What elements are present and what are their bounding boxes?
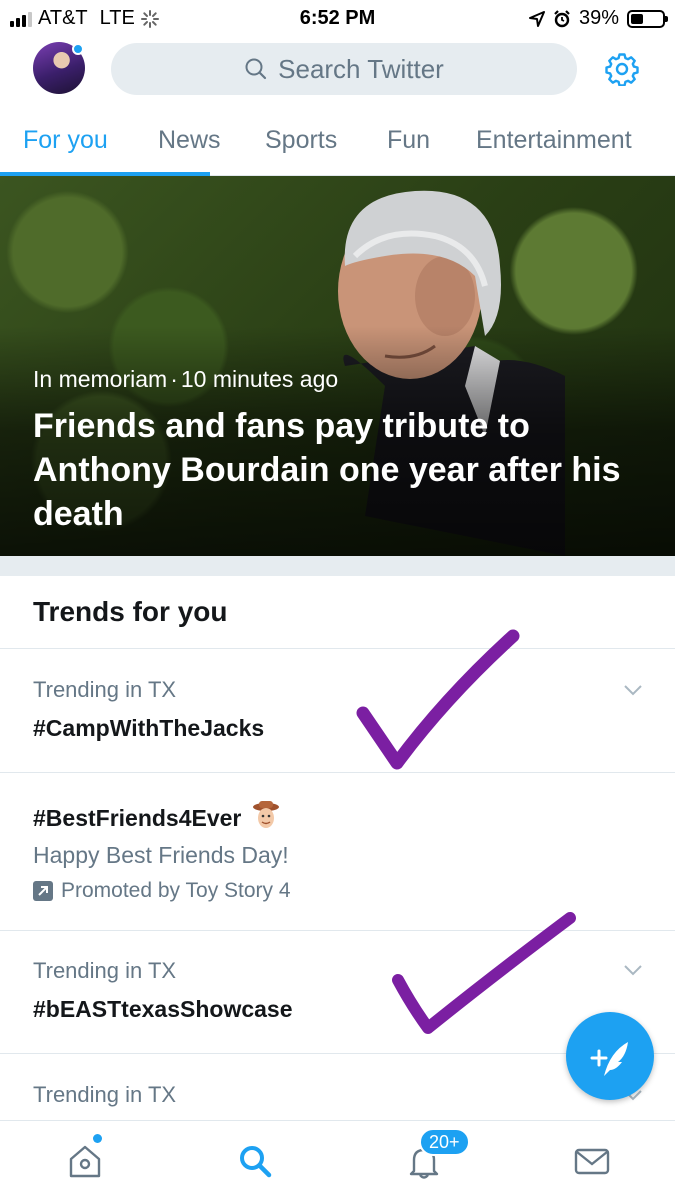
hero-time: 10 minutes ago [180,366,339,392]
trend-name: #CampWithTheJacks [33,715,265,741]
battery-percent: 39% [578,7,619,29]
notifications-badge: 20+ [419,1128,470,1156]
hero-category: In memoriam [33,366,168,392]
chevron-down-icon[interactable] [623,683,643,697]
trend-name-row: #BestFriends4Ever [33,800,291,832]
home-notification-dot [93,1134,102,1143]
compose-feather-icon [590,1042,628,1076]
hero-meta: In memoriam · 10 minutes ago [33,366,338,393]
promoted-label: Promoted by Toy Story 4 [33,879,291,903]
tab-sports[interactable]: Sports [265,126,337,155]
compose-tweet-button[interactable] [566,1012,654,1100]
checkmark-annotation-icon [392,912,576,1034]
battery-level [631,13,643,24]
chevron-down-icon[interactable] [623,963,643,977]
tab-news[interactable]: News [158,126,221,155]
explore-tabs: For you News Sports Fun Entertainment [0,112,675,176]
trend-description: Happy Best Friends Day! [33,842,289,868]
avatar-notification-dot [72,43,84,55]
hero-separator: · [170,366,178,392]
location-icon [528,10,545,27]
trends-title: Trends for you [33,596,228,627]
alarm-icon [554,9,570,27]
messages-icon[interactable] [572,1141,612,1181]
promoted-icon [33,881,53,901]
tab-for-you[interactable]: For you [23,126,108,155]
divider [0,772,675,773]
gear-icon[interactable] [605,52,639,86]
trend-context: Trending in TX [33,1082,177,1107]
battery-icon [627,9,668,28]
promoted-text: Promoted by Toy Story 4 [61,879,291,902]
trend-item[interactable]: Trending in TX #bEASTtexasShowcase [33,958,293,1023]
tab-entertainment[interactable]: Entertainment [476,126,632,155]
divider [0,648,675,649]
search-icon[interactable] [235,1141,275,1181]
trend-item[interactable]: Trending in TX [33,1082,176,1108]
home-icon[interactable] [65,1141,105,1181]
section-gap [0,556,675,576]
status-right: 39% [528,7,668,30]
trend-context: Trending in TX [33,677,177,702]
status-bar: AT&T LTE 6:52 PM 39% [0,0,675,36]
search-icon [245,58,267,80]
trend-context: Trending in TX [33,958,177,983]
tab-fun[interactable]: Fun [387,126,430,155]
promoted-trend-item[interactable]: #BestFriends4Ever Happy Best Friends Day… [33,800,291,903]
search-input[interactable]: Search Twitter [111,43,577,95]
hero-card[interactable]: In memoriam · 10 minutes ago Friends and f… [0,176,675,556]
checkmark-annotation-icon [356,629,520,770]
trend-name: #bEASTtexasShowcase [33,996,293,1022]
search-placeholder: Search Twitter [278,53,444,84]
cowboy-emoji-icon [252,801,279,828]
trend-name: #BestFriends4Ever [33,805,242,831]
hero-headline: Friends and fans pay tribute to Anthony … [33,407,621,533]
trend-item[interactable]: Trending in TX #CampWithTheJacks [33,677,264,742]
bottom-tab-bar [0,1120,675,1200]
